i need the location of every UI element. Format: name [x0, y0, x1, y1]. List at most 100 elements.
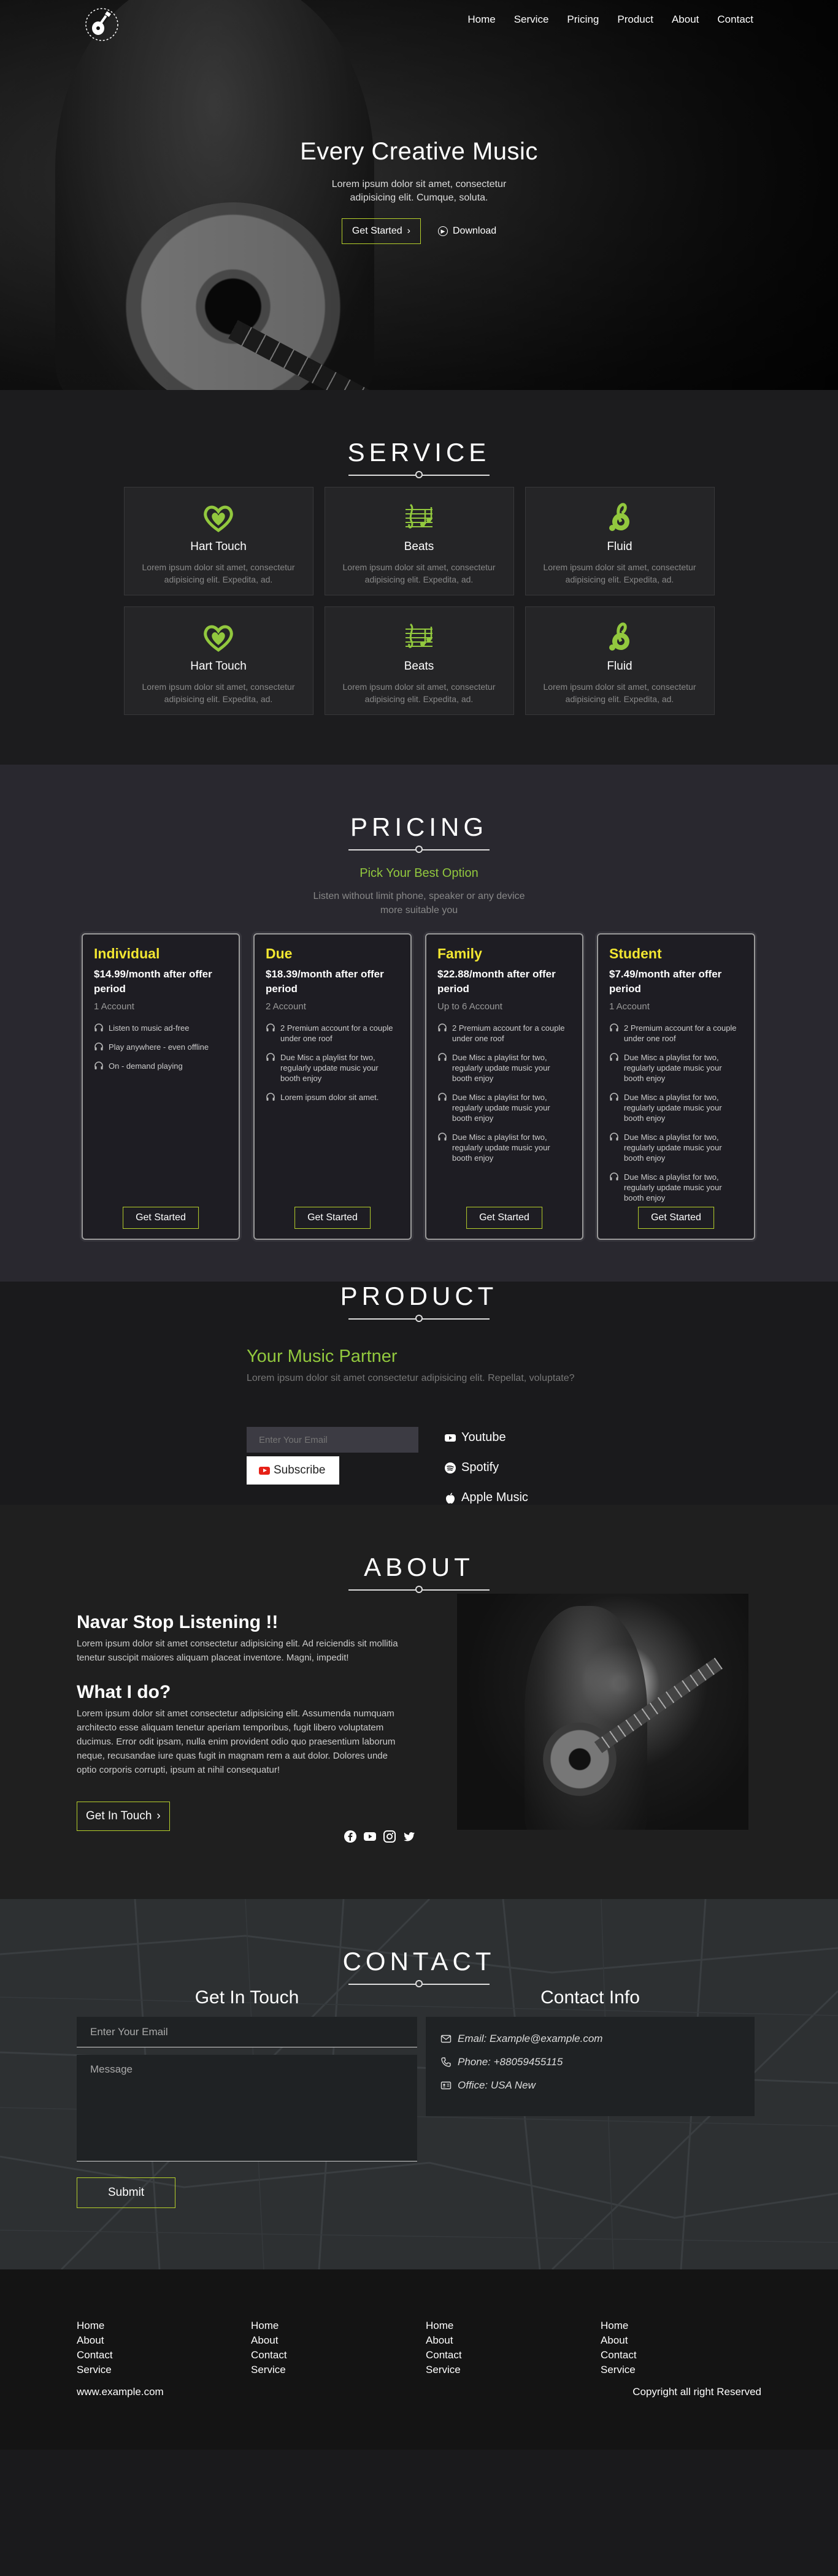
- footer-link-service[interactable]: Service: [77, 2364, 113, 2376]
- headphones-icon: [610, 1023, 618, 1031]
- contact-email-input[interactable]: Enter Your Email: [77, 2017, 417, 2047]
- service-card: Beats Lorem ipsum dolor sit amet, consec…: [324, 487, 514, 595]
- product-heading: PRODUCT: [340, 1282, 498, 1310]
- feature-item: Due Misc a playlist for two, regularly u…: [437, 1132, 571, 1163]
- youtube-link[interactable]: [363, 1830, 377, 1846]
- footer-link-about[interactable]: About: [77, 2334, 113, 2347]
- get-in-touch-button[interactable]: Get In Touch ›: [77, 1802, 170, 1831]
- footer-link-service[interactable]: Service: [251, 2364, 287, 2376]
- treble-clef-icon: [602, 501, 637, 535]
- facebook-link[interactable]: [344, 1830, 357, 1846]
- get-in-touch-label: Get In Touch: [86, 1810, 152, 1822]
- about-title-2: What I do?: [77, 1682, 171, 1702]
- service-text: Lorem ipsum dolor sit amet, consectetur …: [342, 682, 496, 704]
- contact-message-textarea[interactable]: Message: [77, 2055, 417, 2161]
- plan-features: 2 Premium account for a couple under one…: [266, 1023, 399, 1103]
- contact-phone: Phone: +88059455115: [440, 2056, 740, 2068]
- footer-link-about[interactable]: About: [601, 2334, 637, 2347]
- youtube-link[interactable]: Youtube: [444, 1431, 528, 1445]
- logo[interactable]: [85, 7, 119, 42]
- social-icons: [344, 1830, 416, 1846]
- nav-service[interactable]: Service: [514, 13, 549, 26]
- download-button[interactable]: ▶ Download: [438, 226, 496, 237]
- footer-link-contact[interactable]: Contact: [601, 2349, 637, 2361]
- service-title: Hart Touch: [190, 660, 247, 673]
- headphones-icon: [610, 1133, 618, 1141]
- footer-link-service[interactable]: Service: [601, 2364, 637, 2376]
- footer-link-home[interactable]: Home: [601, 2320, 637, 2332]
- footer-link-home[interactable]: Home: [77, 2320, 113, 2332]
- nav-contact[interactable]: Contact: [717, 13, 753, 26]
- heart-icon: [201, 501, 236, 535]
- twitter-link[interactable]: [402, 1830, 416, 1846]
- headphones-icon: [94, 1042, 103, 1050]
- submit-button[interactable]: Submit: [77, 2177, 176, 2208]
- plan-get-started-button[interactable]: Get Started: [294, 1207, 371, 1229]
- subscribe-email-input[interactable]: [247, 1427, 418, 1453]
- footer-website-link[interactable]: www.example.com: [77, 2386, 164, 2398]
- pricing-subtitle: Listen without limit phone, speaker or a…: [313, 891, 525, 915]
- contact-email: Email: Example@example.com: [440, 2033, 740, 2045]
- hero-title: Every Creative Music: [300, 138, 538, 165]
- plan-get-started-button[interactable]: Get Started: [123, 1207, 199, 1229]
- heading-divider: [348, 1980, 490, 1987]
- service-card: Beats Lorem ipsum dolor sit amet, consec…: [324, 606, 514, 715]
- chevron-right-icon: ›: [156, 1810, 161, 1822]
- headphones-icon: [438, 1023, 447, 1031]
- apple-music-link[interactable]: Apple Music: [444, 1491, 528, 1505]
- feature-item: 2 Premium account for a couple under one…: [437, 1023, 571, 1044]
- nav-home[interactable]: Home: [467, 13, 495, 26]
- plan-get-started-button[interactable]: Get Started: [466, 1207, 542, 1229]
- get-started-button[interactable]: Get Started ›: [341, 218, 421, 244]
- service-text: Lorem ipsum dolor sit amet, consectetur …: [342, 562, 496, 584]
- heading-divider: [348, 846, 490, 853]
- footer-link-contact[interactable]: Contact: [77, 2349, 113, 2361]
- headphones-icon: [266, 1023, 275, 1031]
- nav-about[interactable]: About: [672, 13, 699, 26]
- top-nav: Home Service Pricing Product About Conta…: [0, 0, 838, 43]
- product-section: PRODUCT Your Music Partner Lorem ipsum d…: [0, 1282, 838, 1505]
- contact-heading: CONTACT: [342, 1947, 496, 1976]
- about-section: ABOUT Navar Stop Listening !! Lorem ipsu…: [0, 1505, 838, 1899]
- heading-divider: [348, 471, 490, 478]
- nav-menu: Home Service Pricing Product About Conta…: [467, 13, 753, 26]
- contact-office: Office: USA New: [440, 2079, 740, 2092]
- subscribe-label: Subscribe: [274, 1464, 326, 1477]
- footer-link-contact[interactable]: Contact: [426, 2349, 462, 2361]
- pricing-section: PRICING Pick Your Best Option Listen wit…: [0, 765, 838, 1282]
- footer-link-about[interactable]: About: [251, 2334, 287, 2347]
- guitar-logo-icon: [85, 8, 118, 41]
- contact-info: Contact Info Email: Example@example.com …: [426, 1987, 755, 2116]
- plan-get-started-button[interactable]: Get Started: [638, 1207, 714, 1229]
- footer-link-service[interactable]: Service: [426, 2364, 462, 2376]
- plan-features: Listen to music ad-free Play anywhere - …: [94, 1023, 228, 1071]
- id-card-icon: [440, 2081, 452, 2090]
- feature-item: Due Misc a playlist for two, regularly u…: [609, 1172, 743, 1203]
- nav-product[interactable]: Product: [617, 13, 653, 26]
- headphones-icon: [438, 1053, 447, 1061]
- subscribe-button[interactable]: Subscribe: [247, 1456, 339, 1485]
- facebook-icon: [344, 1830, 357, 1843]
- service-title: Fluid: [607, 540, 632, 553]
- footer-link-home[interactable]: Home: [251, 2320, 287, 2332]
- headphones-icon: [94, 1023, 103, 1031]
- music-staff-icon: [402, 501, 436, 535]
- heading-divider: [348, 1586, 490, 1593]
- plan-name: Due: [266, 946, 293, 961]
- product-row: Subscribe Youtube Spotify Apple Music: [247, 1427, 602, 1505]
- headphones-icon: [266, 1053, 275, 1061]
- service-card: Hart Touch Lorem ipsum dolor sit amet, c…: [123, 487, 313, 595]
- product-content: Your Music Partner Lorem ipsum dolor sit…: [247, 1347, 602, 1505]
- hero-buttons: Get Started › ▶ Download: [0, 218, 838, 244]
- footer-link-contact[interactable]: Contact: [251, 2349, 287, 2361]
- plan-accounts: 2 Account: [266, 1001, 306, 1012]
- pricing-grid: Individual $14.99/month after offer peri…: [82, 933, 756, 1240]
- footer-link-home[interactable]: Home: [426, 2320, 462, 2332]
- spotify-link[interactable]: Spotify: [444, 1461, 528, 1475]
- footer-link-about[interactable]: About: [426, 2334, 462, 2347]
- plan-name: Family: [437, 946, 482, 961]
- chevron-right-icon: ›: [407, 226, 410, 236]
- feature-item: On - demand playing: [94, 1061, 228, 1071]
- instagram-link[interactable]: [383, 1830, 396, 1846]
- nav-pricing[interactable]: Pricing: [567, 13, 599, 26]
